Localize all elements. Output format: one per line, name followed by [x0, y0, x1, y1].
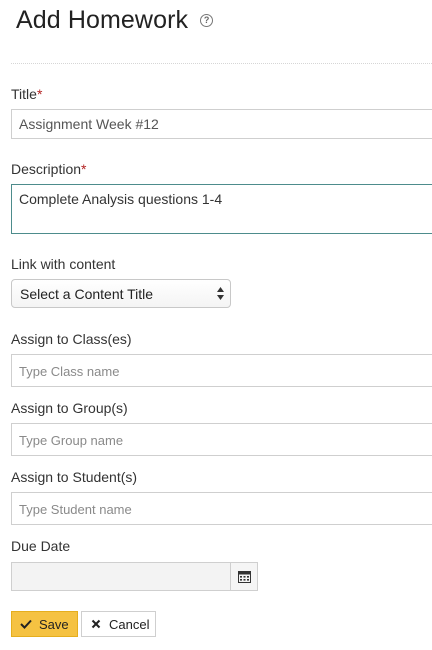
page-header: Add Homework ?: [16, 3, 214, 37]
save-label: Save: [39, 616, 69, 632]
help-icon[interactable]: ?: [200, 13, 214, 27]
required-mark: *: [36, 86, 43, 102]
title-input[interactable]: [11, 109, 432, 139]
page-title: Add Homework: [16, 5, 189, 34]
group-search-input[interactable]: [11, 423, 432, 456]
student-search-input[interactable]: [11, 492, 432, 525]
classes-label: Assign to Class(es): [11, 331, 132, 347]
description-label-text: Description: [11, 161, 82, 177]
description-label: Description*: [11, 161, 86, 177]
content-link-label: Link with content: [11, 256, 116, 272]
calendar-button[interactable]: [230, 562, 258, 591]
calendar-icon: [237, 571, 251, 583]
content-select[interactable]: Select a Content Title: [11, 279, 231, 308]
select-arrows-icon: [217, 287, 224, 300]
save-button[interactable]: Save: [11, 611, 78, 637]
content-select-value: Select a Content Title: [20, 285, 154, 302]
class-search-input[interactable]: [11, 354, 432, 387]
title-label: Title*: [11, 86, 42, 102]
required-mark: *: [81, 161, 87, 177]
due-date-label: Due Date: [11, 538, 71, 554]
due-date-input[interactable]: [11, 562, 230, 591]
close-icon: [90, 618, 102, 630]
groups-label: Assign to Group(s): [11, 400, 128, 416]
header-divider: [11, 63, 432, 64]
cancel-label: Cancel: [109, 616, 150, 632]
students-label: Assign to Student(s): [11, 469, 138, 485]
check-icon: [20, 618, 32, 630]
title-label-text: Title: [11, 86, 37, 102]
description-textarea[interactable]: Complete Analysis questions 1-4: [11, 184, 432, 234]
due-date-field: [11, 562, 258, 591]
cancel-button[interactable]: Cancel: [81, 611, 156, 637]
